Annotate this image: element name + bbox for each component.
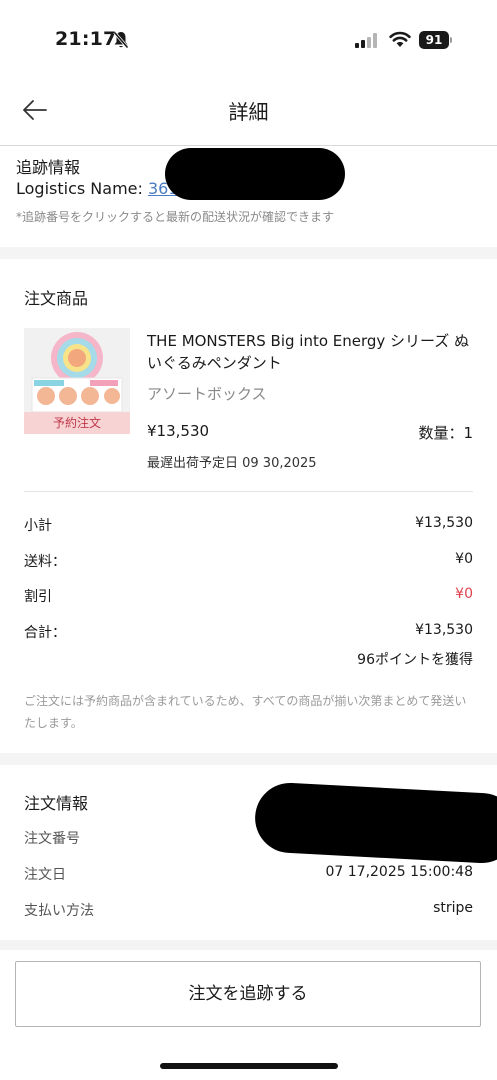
page-title: 詳細	[228, 100, 269, 124]
logistics-name: Logistics Name: 361	[16, 179, 179, 198]
status-time: 21:17	[55, 28, 117, 50]
order-info-title: 注文情報	[24, 794, 89, 813]
preorder-badge: 予約注文	[24, 412, 130, 434]
payment-method-label: 支払い方法	[24, 903, 94, 919]
section-gap	[0, 753, 497, 765]
product-price: ¥13,530	[147, 422, 210, 440]
wifi-icon	[389, 31, 411, 47]
divider	[24, 491, 473, 492]
redaction-mark	[253, 781, 497, 865]
home-indicator[interactable]	[160, 1063, 338, 1069]
battery-icon: 91	[419, 31, 453, 49]
product-variant: アソートボックス	[147, 385, 267, 403]
discount-label: 割引	[24, 589, 52, 605]
ship-date: 最遅出荷予定日 09 30,2025	[147, 456, 317, 471]
header-divider	[0, 145, 497, 146]
points-earned: 96ポイントを獲得	[357, 652, 473, 668]
shipping-value: ¥0	[455, 551, 473, 567]
subtotal-value: ¥13,530	[415, 515, 473, 531]
track-order-button[interactable]: 注文を追跡する	[15, 961, 481, 1027]
preorder-notice: ご注文には予約商品が含まれているため、すべての商品が揃い次第まとめて発送いたしま…	[24, 694, 467, 730]
shipping-label: 送料：	[24, 554, 66, 570]
product-section-title: 注文商品	[24, 289, 89, 308]
tracking-title: 追跡情報	[16, 158, 81, 177]
order-date-label: 注文日	[24, 867, 66, 883]
product-quantity: 数量：1	[418, 424, 473, 442]
payment-method-value: stripe	[433, 900, 473, 916]
product-name[interactable]: THE MONSTERS Big into Energy シリーズ ぬいぐるみペ…	[147, 330, 477, 374]
order-number-label: 注文番号	[24, 831, 80, 847]
bell-slash-icon	[113, 31, 129, 49]
total-label: 合計：	[24, 625, 66, 641]
section-gap	[0, 247, 497, 259]
logistics-label: Logistics Name:	[16, 179, 148, 198]
order-date-value: 07 17,2025 15:00:48	[325, 864, 474, 880]
discount-value: ¥0	[455, 586, 473, 602]
tracking-note: *追跡番号をクリックすると最新の配送状況が確認できます	[16, 210, 335, 224]
battery-level: 91	[419, 31, 449, 49]
redaction-mark	[165, 148, 345, 200]
subtotal-label: 小計	[24, 518, 52, 534]
cellular-signal-icon	[355, 33, 377, 48]
total-value: ¥13,530	[415, 622, 473, 638]
section-gap	[0, 940, 497, 950]
